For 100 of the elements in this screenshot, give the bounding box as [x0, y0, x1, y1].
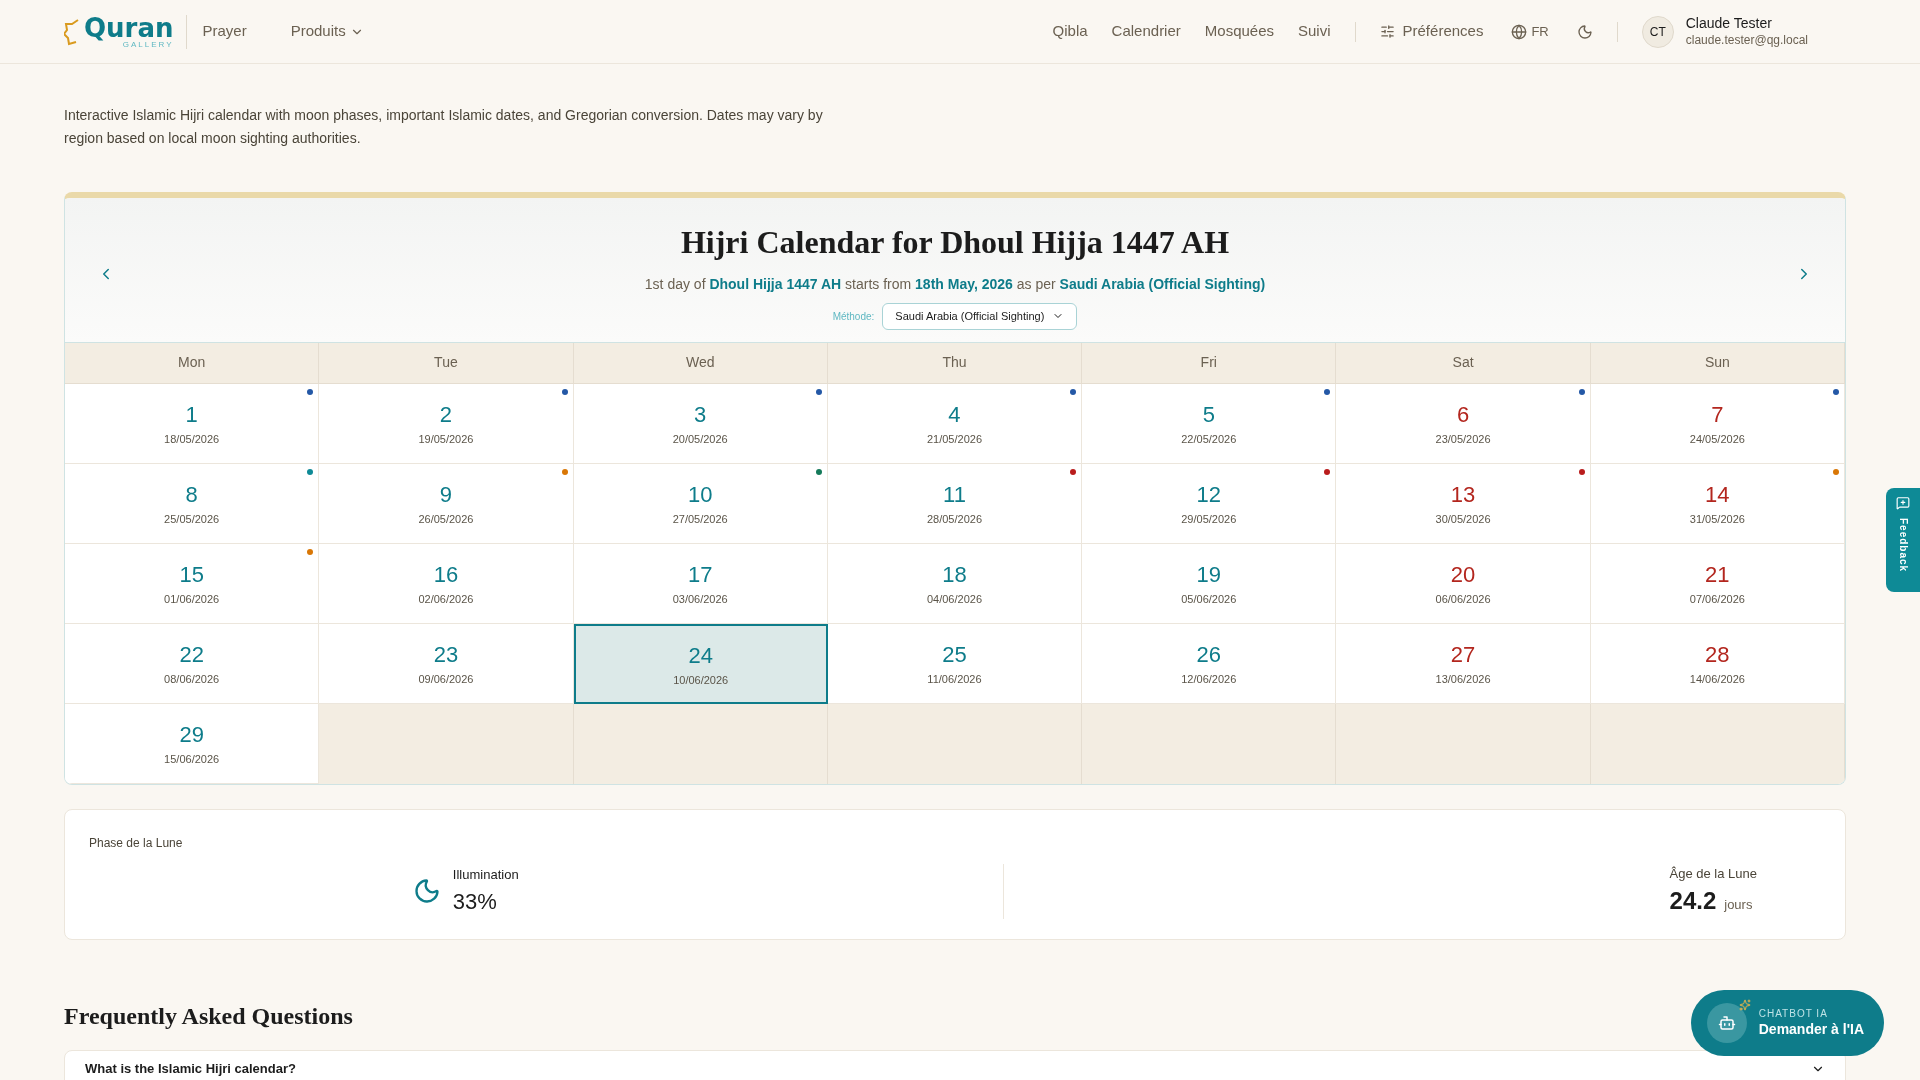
- day-cell[interactable]: 3 20/05/2026: [573, 383, 828, 464]
- gregorian-date: 31/05/2026: [1689, 512, 1745, 528]
- hijri-day: 25: [942, 638, 967, 672]
- faq-item[interactable]: What is the Islamic Hijri calendar?: [64, 1050, 1846, 1080]
- moon-card-title: Phase de la Lune: [89, 834, 184, 852]
- language-button[interactable]: FR: [1511, 21, 1549, 42]
- hijri-day: 16: [433, 558, 459, 592]
- logo[interactable]: Quran GALLERY: [64, 14, 187, 49]
- gregorian-date: 14/06/2026: [1689, 672, 1745, 688]
- theme-toggle[interactable]: [1576, 23, 1593, 40]
- nav-link[interactable]: Mosquées: [1204, 20, 1274, 43]
- day-cell[interactable]: 17 03/06/2026: [573, 543, 828, 624]
- day-cell[interactable]: 19 05/06/2026: [1082, 543, 1337, 624]
- gregorian-date: 05/06/2026: [1181, 592, 1237, 608]
- sliders-icon: [1379, 24, 1395, 39]
- day-cell[interactable]: 9 26/05/2026: [319, 463, 574, 544]
- nav-link[interactable]: Qibla: [1052, 20, 1088, 43]
- gregorian-date: 22/05/2026: [1181, 432, 1237, 448]
- gregorian-date: 27/05/2026: [672, 512, 728, 528]
- day-cell[interactable]: 24 10/06/2026: [573, 623, 828, 704]
- avatar[interactable]: CT: [1641, 15, 1674, 48]
- day-cell[interactable]: 27 13/06/2026: [1336, 623, 1591, 704]
- hijri-day: 12: [1196, 478, 1221, 512]
- day-cell[interactable]: 8 25/05/2026: [65, 463, 320, 544]
- gregorian-date: 20/05/2026: [672, 432, 728, 448]
- gregorian-date: 24/05/2026: [1689, 432, 1745, 448]
- hijri-day: 11: [943, 478, 966, 512]
- weekday-header: Wed: [573, 342, 828, 384]
- hijri-day: 13: [1450, 478, 1476, 512]
- hijri-day: 10: [687, 478, 713, 512]
- day-cell[interactable]: 13 30/05/2026: [1336, 463, 1591, 544]
- day-cell[interactable]: 26 12/06/2026: [1082, 623, 1337, 704]
- method-select[interactable]: Saudi Arabia (Official Sighting): [882, 303, 1078, 330]
- weekday-header: Sat: [1336, 342, 1591, 384]
- gregorian-date: 21/05/2026: [926, 432, 982, 448]
- hijri-day: 19: [1196, 558, 1221, 592]
- feedback-icon: [1896, 496, 1910, 510]
- gregorian-date: 04/06/2026: [926, 592, 982, 608]
- hijri-day: 20: [1450, 558, 1476, 592]
- hijri-day: 1: [185, 398, 198, 432]
- day-cell[interactable]: 10 27/05/2026: [573, 463, 828, 544]
- day-cell[interactable]: 16 02/06/2026: [319, 543, 574, 624]
- gregorian-date: 29/05/2026: [1181, 512, 1237, 528]
- hijri-day: 15: [179, 558, 204, 592]
- feedback-tab[interactable]: Feedback: [1886, 488, 1920, 592]
- gregorian-date: 02/06/2026: [418, 592, 474, 608]
- day-cell[interactable]: 23 09/06/2026: [319, 623, 574, 704]
- moon-age-label: Âge de la Lune: [1669, 864, 1757, 883]
- gregorian-date: 06/06/2026: [1435, 592, 1491, 608]
- day-cell[interactable]: 28 14/06/2026: [1590, 623, 1845, 704]
- gregorian-date: 07/06/2026: [1689, 592, 1745, 608]
- gregorian-date: 25/05/2026: [164, 512, 220, 528]
- weekday-header: Tue: [319, 342, 574, 384]
- nav-link[interactable]: Produits: [290, 20, 364, 43]
- gregorian-date: 26/05/2026: [418, 512, 474, 528]
- day-cell[interactable]: 12 29/05/2026: [1082, 463, 1337, 544]
- nav-link[interactable]: Suivi: [1298, 20, 1331, 43]
- day-cell[interactable]: 18 04/06/2026: [827, 543, 1083, 624]
- hijri-day: 29: [179, 718, 204, 752]
- day-cell[interactable]: 11 28/05/2026: [827, 463, 1083, 544]
- day-cell[interactable]: 5 22/05/2026: [1082, 383, 1337, 464]
- day-cell[interactable]: 1 18/05/2026: [65, 383, 320, 464]
- hijri-day: 2: [439, 398, 453, 432]
- day-cell[interactable]: 2 19/05/2026: [319, 383, 574, 464]
- hijri-day: 27: [1450, 638, 1476, 672]
- moon-icon: [1576, 23, 1593, 40]
- day-cell[interactable]: 7 24/05/2026: [1590, 383, 1845, 464]
- weekday-header: Fri: [1082, 342, 1337, 384]
- moon-age-unit: jours: [1724, 896, 1753, 914]
- gregorian-date: 18/05/2026: [164, 432, 220, 448]
- day-cell[interactable]: 4 21/05/2026: [827, 383, 1083, 464]
- day-cell[interactable]: 6 23/05/2026: [1336, 383, 1591, 464]
- gregorian-date: 28/05/2026: [926, 512, 982, 528]
- gregorian-date: 08/06/2026: [164, 672, 220, 688]
- logo-tagline: GALLERY: [122, 40, 174, 49]
- day-cell[interactable]: 15 01/06/2026: [65, 543, 320, 624]
- preferences-button[interactable]: Préférences: [1379, 20, 1484, 43]
- illumination-value: 33%: [452, 887, 498, 916]
- description: Interactive Islamic Hijri calendar with moon phases, important Islamic dates, and Gregorian conversion. Dates may vary by region based on local moon sighting authorities.: [64, 106, 824, 148]
- hijri-day: 5: [1202, 398, 1215, 432]
- nav-link[interactable]: Prayer: [202, 20, 247, 43]
- user-email: claude.tester@qg.local: [1685, 32, 1808, 48]
- gregorian-date: 13/06/2026: [1435, 672, 1491, 688]
- faq-title: Frequently Asked Questions: [64, 1002, 353, 1031]
- weekday-header: Mon: [65, 342, 320, 384]
- nav-link[interactable]: Calendrier: [1111, 20, 1181, 43]
- day-cell[interactable]: 14 31/05/2026: [1590, 463, 1845, 544]
- hijri-day: 18: [942, 558, 967, 592]
- hijri-day: 22: [179, 638, 204, 672]
- day-cell[interactable]: 22 08/06/2026: [65, 623, 320, 704]
- hijri-day: 7: [1711, 398, 1724, 432]
- weekday-header: Thu: [827, 342, 1083, 384]
- day-cell[interactable]: 29 15/06/2026: [65, 703, 320, 784]
- hijri-day: 23: [433, 638, 459, 672]
- day-cell[interactable]: 20 06/06/2026: [1336, 543, 1591, 624]
- day-cell[interactable]: 21 07/06/2026: [1590, 543, 1845, 624]
- day-cell[interactable]: 25 11/06/2026: [827, 623, 1083, 704]
- chatbot-label: Demander à l'IA: [1758, 1020, 1864, 1038]
- hijri-day: 6: [1456, 398, 1470, 432]
- moon-age-value: 24.2: [1669, 886, 1717, 916]
